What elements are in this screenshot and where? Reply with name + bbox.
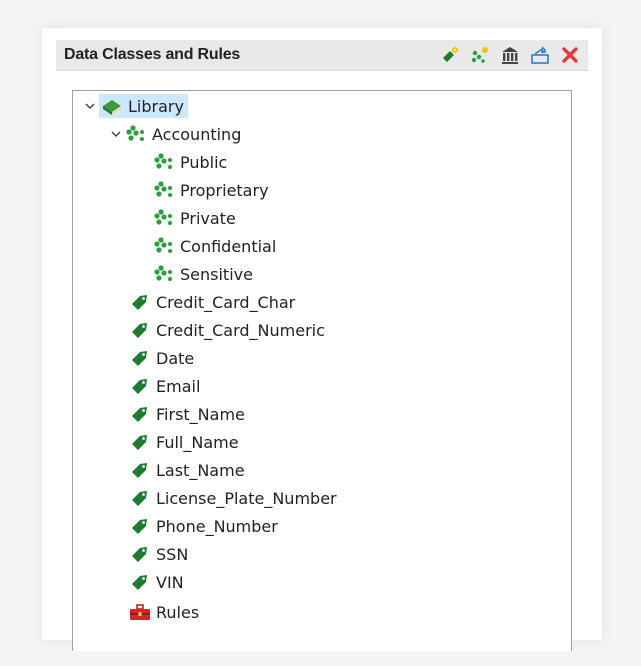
new-data-class-icon xyxy=(443,47,458,62)
library-icon xyxy=(502,47,518,64)
tree-node-label: Full_Name xyxy=(156,432,239,452)
tree-node-data-class[interactable]: Credit_Card_Char xyxy=(129,289,295,315)
tag-icon xyxy=(129,348,151,368)
tree-node-data-class[interactable]: Date xyxy=(129,345,194,371)
tree-node-rules[interactable]: Rules xyxy=(129,599,199,625)
tree-node-label: Confidential xyxy=(180,236,277,256)
tree-node-label: Sensitive xyxy=(180,264,253,284)
panel-title: Data Classes and Rules xyxy=(64,46,241,63)
tree-node-data-class[interactable]: First_Name xyxy=(129,401,245,427)
tree-node-data-class[interactable]: SSN xyxy=(129,541,188,567)
panel-toolbar xyxy=(438,43,582,67)
tree-node-label: Library xyxy=(128,96,184,116)
tree-node-data-class[interactable]: Phone_Number xyxy=(129,513,278,539)
tag-icon xyxy=(129,292,151,312)
tree-node-data-class[interactable]: Email xyxy=(129,373,200,399)
data-class-group-icon xyxy=(153,264,175,284)
tag-icon xyxy=(129,516,151,536)
new-data-class-button[interactable] xyxy=(438,43,462,67)
data-classes-panel: Data Classes and Rules Library Accountin… xyxy=(42,28,602,651)
tree-node-library[interactable]: Library xyxy=(83,93,188,119)
import-button[interactable] xyxy=(528,43,552,67)
tree-node-label: Accounting xyxy=(152,124,242,144)
chevron-down-icon[interactable] xyxy=(83,99,97,113)
tree-node-public[interactable]: Public xyxy=(153,149,227,175)
tree-node-sensitive[interactable]: Sensitive xyxy=(153,261,253,287)
toolbox-icon xyxy=(129,602,151,622)
tree-node-confidential[interactable]: Confidential xyxy=(153,233,276,259)
tree-node-accounting[interactable]: Accounting xyxy=(109,121,241,147)
tree-node-label: Public xyxy=(180,152,228,172)
data-class-group-icon xyxy=(153,236,175,256)
tree-node-private[interactable]: Private xyxy=(153,205,236,231)
library-book-icon xyxy=(101,96,123,116)
data-class-tree[interactable]: Library Accounting Public Proprietary Pr… xyxy=(72,90,572,651)
tag-icon xyxy=(129,320,151,340)
tree-node-label: Credit_Card_Numeric xyxy=(156,320,325,340)
data-class-group-icon xyxy=(125,124,147,144)
delete-button[interactable] xyxy=(558,43,582,67)
tree-node-label: Rules xyxy=(156,602,200,622)
tree-node-proprietary[interactable]: Proprietary xyxy=(153,177,269,203)
tree-node-label: Proprietary xyxy=(180,180,269,200)
tree-node-label: License_Plate_Number xyxy=(156,488,337,508)
tree-node-label: Private xyxy=(180,208,236,228)
panel-header: Data Classes and Rules xyxy=(56,40,588,71)
new-data-class-group-icon xyxy=(471,47,488,63)
tree-node-data-class[interactable]: Full_Name xyxy=(129,429,239,455)
tree-node-label: VIN xyxy=(156,572,184,592)
tree-node-data-class[interactable]: Last_Name xyxy=(129,457,245,483)
tree-node-data-class[interactable]: Credit_Card_Numeric xyxy=(129,317,325,343)
tree-node-label: Email xyxy=(156,376,201,396)
tree-node-label: Phone_Number xyxy=(156,516,278,536)
tree-node-label: First_Name xyxy=(156,404,245,424)
tree-node-data-class[interactable]: License_Plate_Number xyxy=(129,485,337,511)
delete-icon xyxy=(562,47,578,63)
import-icon xyxy=(531,46,549,64)
tree-node-label: Date xyxy=(156,348,195,368)
tag-icon xyxy=(129,544,151,564)
tag-icon xyxy=(129,488,151,508)
chevron-down-icon[interactable] xyxy=(109,127,123,141)
tag-icon xyxy=(129,460,151,480)
tag-icon xyxy=(129,572,151,592)
tree-node-label: SSN xyxy=(156,544,189,564)
data-class-group-icon xyxy=(153,208,175,228)
tag-icon xyxy=(129,404,151,424)
tree-node-data-class[interactable]: VIN xyxy=(129,569,184,595)
tree-node-label: Last_Name xyxy=(156,460,245,480)
library-button[interactable] xyxy=(498,43,522,67)
tag-icon xyxy=(129,432,151,452)
data-class-group-icon xyxy=(153,180,175,200)
data-class-group-icon xyxy=(153,152,175,172)
tree-node-label: Credit_Card_Char xyxy=(156,292,296,312)
tag-icon xyxy=(129,376,151,396)
new-data-class-group-button[interactable] xyxy=(468,43,492,67)
